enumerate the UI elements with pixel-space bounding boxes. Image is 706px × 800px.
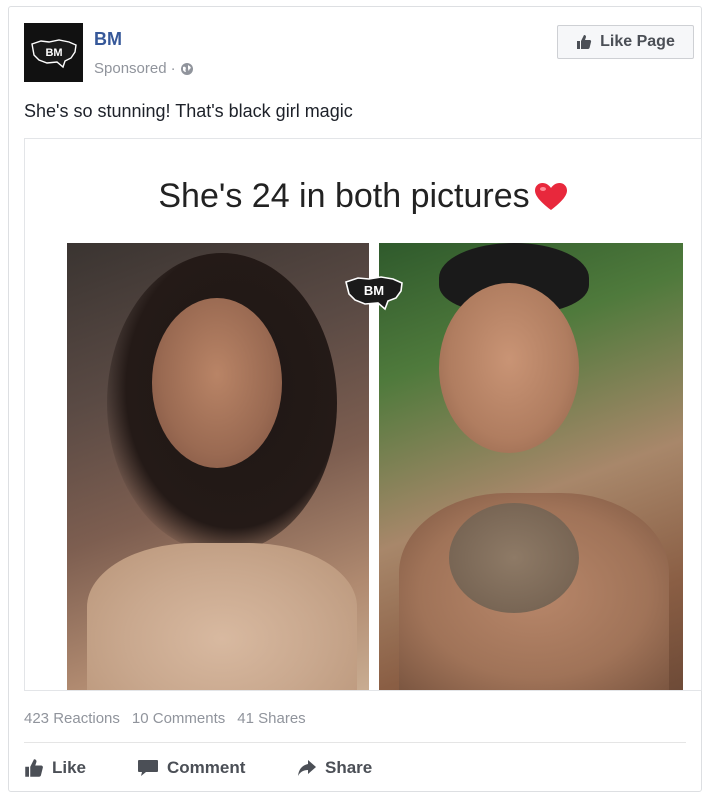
page-avatar[interactable]: BM (24, 23, 83, 82)
comment-button[interactable]: Comment (137, 758, 297, 778)
like-page-button[interactable]: Like Page (557, 25, 694, 59)
post-media[interactable]: She's 24 in both pictures BM (24, 138, 702, 691)
heart-icon (534, 182, 567, 210)
comment-label: Comment (167, 758, 246, 777)
post-actions: Like Comment Share (24, 754, 372, 782)
engagement-stats: 423 Reactions 10 Comments 41 Shares (24, 710, 306, 727)
share-arrow-icon (298, 760, 316, 776)
media-caption-text: She's 24 in both pictures (158, 177, 530, 215)
actions-divider (24, 742, 686, 743)
share-label: Share (325, 758, 373, 777)
sponsored-label[interactable]: Sponsored (94, 60, 167, 77)
like-label: Like (52, 758, 87, 777)
page-name-link[interactable]: BM (94, 29, 122, 50)
like-button[interactable]: Like (24, 758, 137, 778)
share-button[interactable]: Share (297, 758, 372, 778)
photo-left (67, 243, 369, 690)
post-meta: Sponsored · (94, 60, 194, 77)
media-caption: She's 24 in both pictures (25, 177, 701, 216)
photo-right (379, 243, 683, 690)
bm-watermark-logo: BM (345, 276, 403, 311)
bm-logo: BM (30, 38, 77, 68)
comments-count[interactable]: 10 Comments (132, 710, 225, 727)
shares-count[interactable]: 41 Shares (237, 710, 305, 727)
sponsored-post-card: BM BM Sponsored · Like Page She's so stu… (8, 6, 702, 792)
like-page-label: Like Page (600, 33, 675, 50)
thumbs-up-icon (577, 35, 592, 49)
thumbs-up-icon (25, 759, 43, 777)
meta-separator: · (170, 60, 176, 77)
watermark-text: BM (364, 283, 384, 298)
globe-icon[interactable] (180, 62, 194, 76)
avatar-logo-text: BM (45, 47, 62, 59)
reactions-count[interactable]: 423 Reactions (24, 710, 120, 727)
post-text: She's so stunning! That's black girl mag… (24, 101, 353, 121)
comment-bubble-icon (138, 760, 158, 776)
